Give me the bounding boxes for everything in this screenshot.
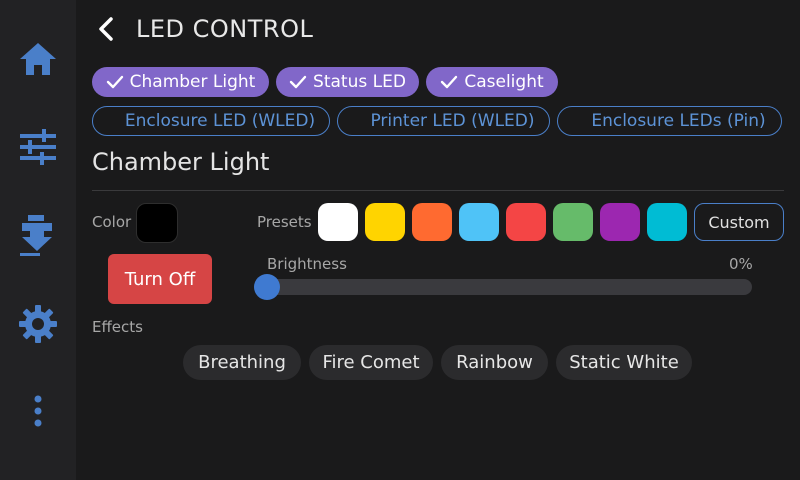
divider	[92, 190, 784, 191]
effect-breathing[interactable]: Breathing	[183, 345, 301, 380]
check-icon	[289, 75, 307, 89]
section-title: Chamber Light	[92, 148, 270, 176]
check-icon	[440, 75, 458, 89]
chip-label: Chamber Light	[129, 72, 256, 92]
current-color-swatch[interactable]	[136, 203, 178, 243]
preset-green[interactable]	[553, 203, 593, 241]
sidebar	[0, 0, 76, 480]
turn-off-button[interactable]: Turn Off	[108, 254, 212, 304]
preset-red[interactable]	[506, 203, 546, 241]
preset-white[interactable]	[318, 203, 358, 241]
gear-icon	[19, 305, 57, 343]
main-panel: LED CONTROL Chamber Light Status LED Cas…	[76, 0, 800, 480]
page-title: LED CONTROL	[136, 15, 314, 43]
custom-color-button[interactable]: Custom	[694, 203, 784, 241]
led-chip-caselight[interactable]: Caselight	[426, 67, 558, 97]
preset-purple[interactable]	[600, 203, 640, 241]
led-chip-enclosure-leds-pin[interactable]: Enclosure LEDs (Pin)	[557, 106, 782, 136]
led-chip-status-led[interactable]: Status LED	[276, 67, 419, 97]
led-chip-enclosure-led-wled[interactable]: Enclosure LED (WLED)	[92, 106, 330, 136]
chip-label: Enclosure LEDs (Pin)	[591, 111, 766, 131]
effect-fire-comet[interactable]: Fire Comet	[309, 345, 433, 380]
brightness-label: Brightness	[267, 255, 347, 273]
back-button[interactable]	[96, 10, 126, 48]
preset-yellow[interactable]	[365, 203, 405, 241]
presets-label: Presets	[257, 213, 312, 231]
nav-home[interactable]	[0, 29, 76, 89]
sliders-icon	[20, 129, 56, 165]
home-icon	[20, 43, 56, 75]
chip-label: Status LED	[313, 72, 406, 92]
preset-light-blue[interactable]	[459, 203, 499, 241]
more-vertical-icon	[34, 395, 42, 427]
extruder-icon	[20, 215, 52, 256]
preset-cyan[interactable]	[647, 203, 687, 241]
brightness-value: 0%	[729, 255, 753, 273]
brightness-slider[interactable]	[254, 274, 752, 300]
chip-label: Enclosure LED (WLED)	[124, 111, 316, 131]
check-icon	[106, 75, 124, 89]
chevron-left-icon	[99, 17, 113, 41]
effects-label: Effects	[92, 318, 143, 336]
color-label: Color	[92, 213, 132, 231]
effect-static-white[interactable]: Static White	[556, 345, 692, 380]
preset-orange[interactable]	[412, 203, 452, 241]
nav-settings[interactable]	[0, 294, 76, 354]
chip-label: Caselight	[464, 72, 544, 92]
chip-label: Printer LED (WLED)	[370, 111, 535, 131]
nav-tune[interactable]	[0, 117, 76, 177]
effect-rainbow[interactable]: Rainbow	[441, 345, 548, 380]
header: LED CONTROL	[96, 10, 313, 48]
led-chip-chamber-light[interactable]: Chamber Light	[92, 67, 269, 97]
brightness-slider-thumb[interactable]	[254, 274, 280, 300]
led-chip-printer-led-wled[interactable]: Printer LED (WLED)	[337, 106, 550, 136]
nav-more[interactable]	[0, 381, 76, 441]
nav-extrude[interactable]	[0, 205, 76, 265]
